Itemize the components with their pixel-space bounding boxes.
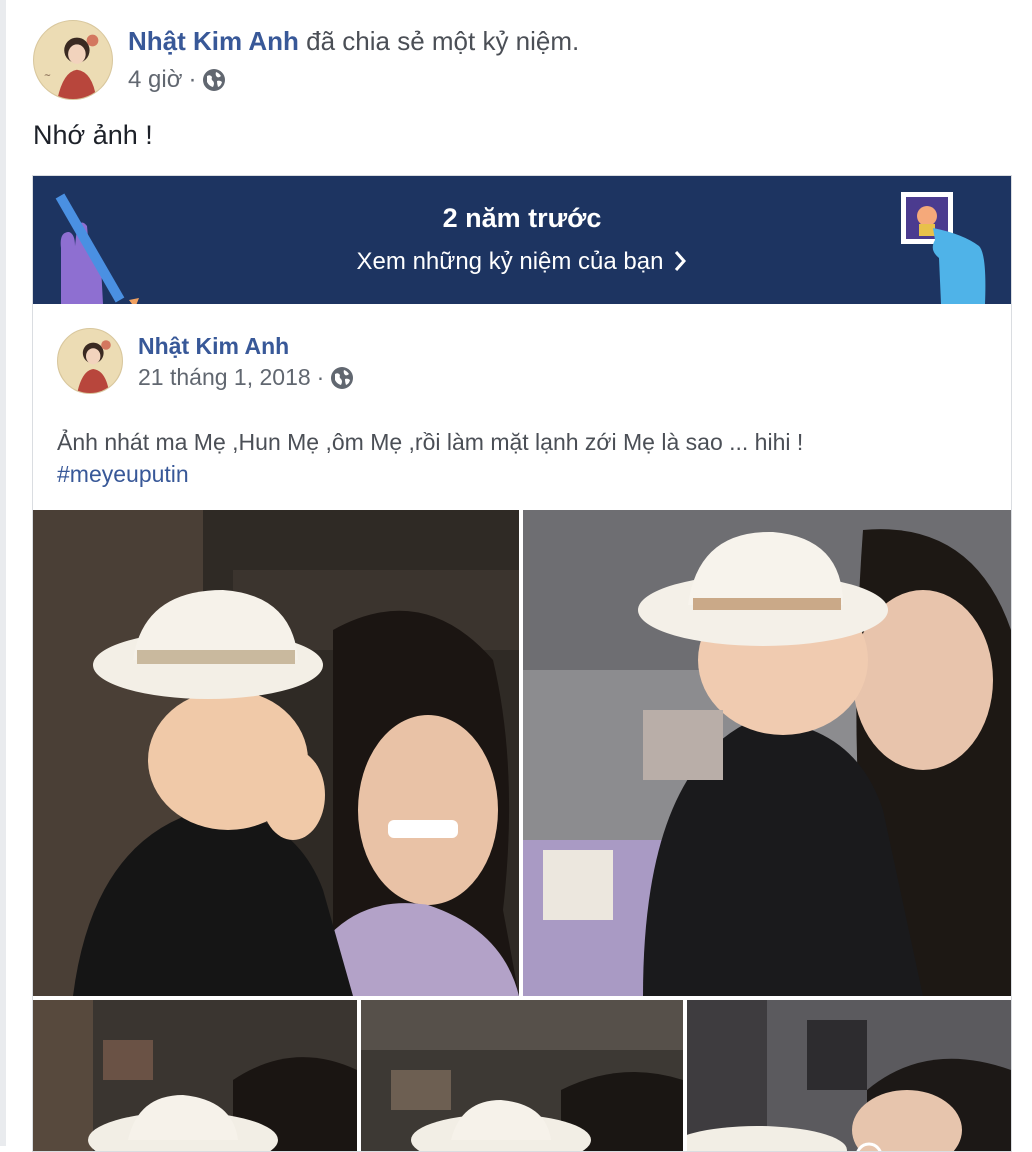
original-post-text: Ảnh nhát ma Mẹ ,Hun Mẹ ,ôm Mẹ ,rồi làm m… <box>57 426 803 490</box>
original-post-date[interactable]: 21 tháng 1, 2018 <box>138 364 311 391</box>
photo-3[interactable] <box>33 1000 357 1151</box>
post-header: Nhật Kim Anh đã chia sẻ một kỷ niệm. <box>128 26 579 57</box>
view-memories-label: Xem những kỷ niệm của bạn <box>356 248 664 275</box>
globe-icon[interactable] <box>202 68 226 92</box>
photo-1[interactable] <box>33 510 519 996</box>
hand-photo-illustration <box>901 192 986 304</box>
shared-memory-card[interactable]: 2 năm trước Xem những kỷ niệm của bạn Nh… <box>32 175 1012 1152</box>
photo-4[interactable] <box>361 1000 683 1151</box>
post-meta: 4 giờ · <box>128 66 226 94</box>
meta-separator: · <box>188 66 197 93</box>
original-post-caption: Ảnh nhát ma Mẹ ,Hun Mẹ ,ôm Mẹ ,rồi làm m… <box>57 429 804 455</box>
original-author-avatar[interactable] <box>57 328 123 394</box>
share-action-text: đã chia sẻ một kỷ niệm. <box>298 26 580 56</box>
post-body-text: Nhớ ảnh ! <box>33 120 153 150</box>
view-memories-link[interactable]: Xem những kỷ niệm của bạn <box>33 248 1011 279</box>
feed-post: ~ Nhật Kim Anh đã chia sẻ một kỷ niệm. 4… <box>6 0 1032 1152</box>
meta-separator: · <box>316 364 325 390</box>
memory-banner[interactable]: 2 năm trước Xem những kỷ niệm của bạn <box>33 176 1011 304</box>
memory-title: 2 năm trước <box>442 203 602 233</box>
original-author-name-link[interactable]: Nhật Kim Anh <box>138 333 289 360</box>
author-avatar[interactable]: ~ <box>33 20 113 100</box>
photo-5[interactable] <box>687 1000 1011 1151</box>
hashtag-link[interactable]: #meyeuputin <box>57 458 803 490</box>
photo-2[interactable] <box>523 510 1011 996</box>
svg-text:~: ~ <box>44 71 51 81</box>
post-timestamp[interactable]: 4 giờ <box>128 66 182 94</box>
original-post-meta: 21 tháng 1, 2018 · <box>138 364 354 391</box>
chevron-right-icon <box>673 250 687 279</box>
author-name-link[interactable]: Nhật Kim Anh <box>128 26 299 56</box>
globe-icon[interactable] <box>330 366 354 390</box>
